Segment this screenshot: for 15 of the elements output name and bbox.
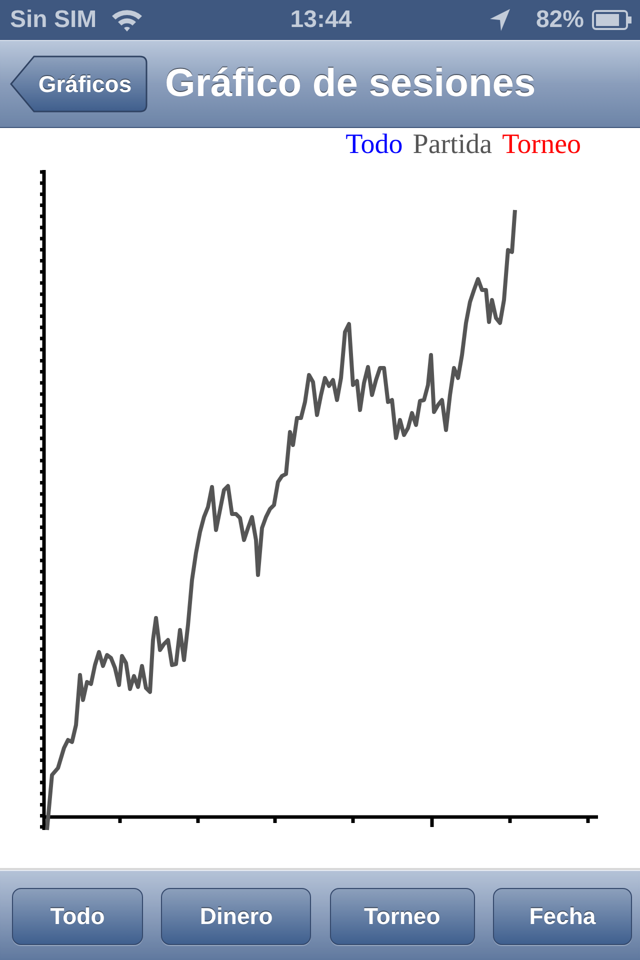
- filter-button[interactable]: Fecha: [492, 888, 632, 945]
- battery-icon: [592, 10, 632, 30]
- filter-button[interactable]: Todo: [12, 888, 143, 945]
- location-arrow-icon: [490, 9, 510, 31]
- filter-button[interactable]: Dinero: [161, 888, 312, 945]
- screen-title: Gráfico de sesiones: [165, 62, 536, 106]
- legend-label: Todo: [346, 130, 403, 160]
- legend-label: Partida: [412, 130, 492, 160]
- filter-button[interactable]: Torneo: [330, 888, 475, 945]
- carrier-label: Sin SIM: [10, 6, 97, 34]
- clock-time: 13:44: [290, 6, 352, 34]
- wifi-icon: [110, 8, 143, 32]
- legend-label: Torneo: [502, 130, 581, 160]
- battery-percentage: 82%: [536, 6, 584, 34]
- back-button[interactable]: Gráficos: [10, 55, 148, 113]
